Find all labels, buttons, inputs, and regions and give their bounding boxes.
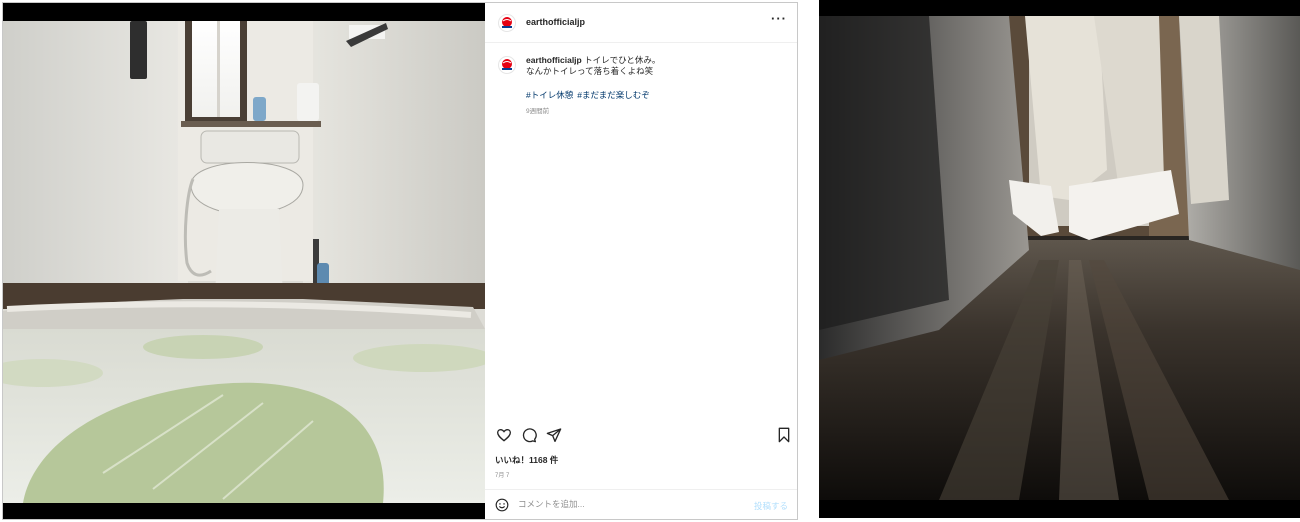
- earth-logo-icon: [502, 17, 512, 28]
- bookmark-icon[interactable]: [777, 427, 791, 448]
- toilet-photo-image: [3, 21, 485, 503]
- post-date: 7月 7: [495, 473, 510, 479]
- floor-feet-photo-image: [819, 16, 1300, 500]
- action-bar: [485, 425, 797, 447]
- comment-bar: 投稿する: [485, 489, 797, 519]
- caption-username[interactable]: earthofficialjp: [526, 55, 582, 65]
- post-photo[interactable]: [3, 3, 485, 519]
- caption-timestamp: 9週間前: [526, 108, 550, 115]
- hashtag-link[interactable]: #まだまだ楽しむぞ: [577, 90, 650, 100]
- post-sidebar: earthofficialjp ··· earthofficialjp トイレで…: [485, 3, 797, 519]
- like-count[interactable]: いいね！1168 件: [495, 454, 558, 466]
- hashtag-link[interactable]: #トイレ休憩: [526, 90, 573, 100]
- post-header: earthofficialjp ···: [485, 3, 797, 43]
- header-username[interactable]: earthofficialjp: [526, 17, 585, 27]
- more-options-icon[interactable]: ···: [771, 11, 787, 26]
- hashtags: #トイレ休憩 #まだまだ楽しむぞ: [526, 89, 654, 101]
- caption-avatar[interactable]: [498, 56, 516, 74]
- video-frame: [819, 0, 1300, 518]
- caption-line-2: なんかトイレって落ち着くよね笑: [526, 66, 654, 76]
- instagram-post: earthofficialjp ··· earthofficialjp トイレで…: [2, 2, 798, 520]
- paper-plane-icon[interactable]: [546, 427, 562, 448]
- comment-input[interactable]: [518, 496, 738, 512]
- earth-logo-icon: [502, 59, 512, 70]
- smiley-icon[interactable]: [495, 498, 509, 517]
- post-comment-button[interactable]: 投稿する: [754, 500, 788, 512]
- caption-line-1: トイレでひと休み。: [584, 55, 661, 65]
- comment-bubble-icon[interactable]: [521, 427, 537, 448]
- heart-icon[interactable]: [496, 427, 512, 448]
- caption-text: earthofficialjp トイレでひと休み。 なんかトイレって落ち着くよね…: [526, 55, 786, 77]
- avatar[interactable]: [498, 14, 516, 32]
